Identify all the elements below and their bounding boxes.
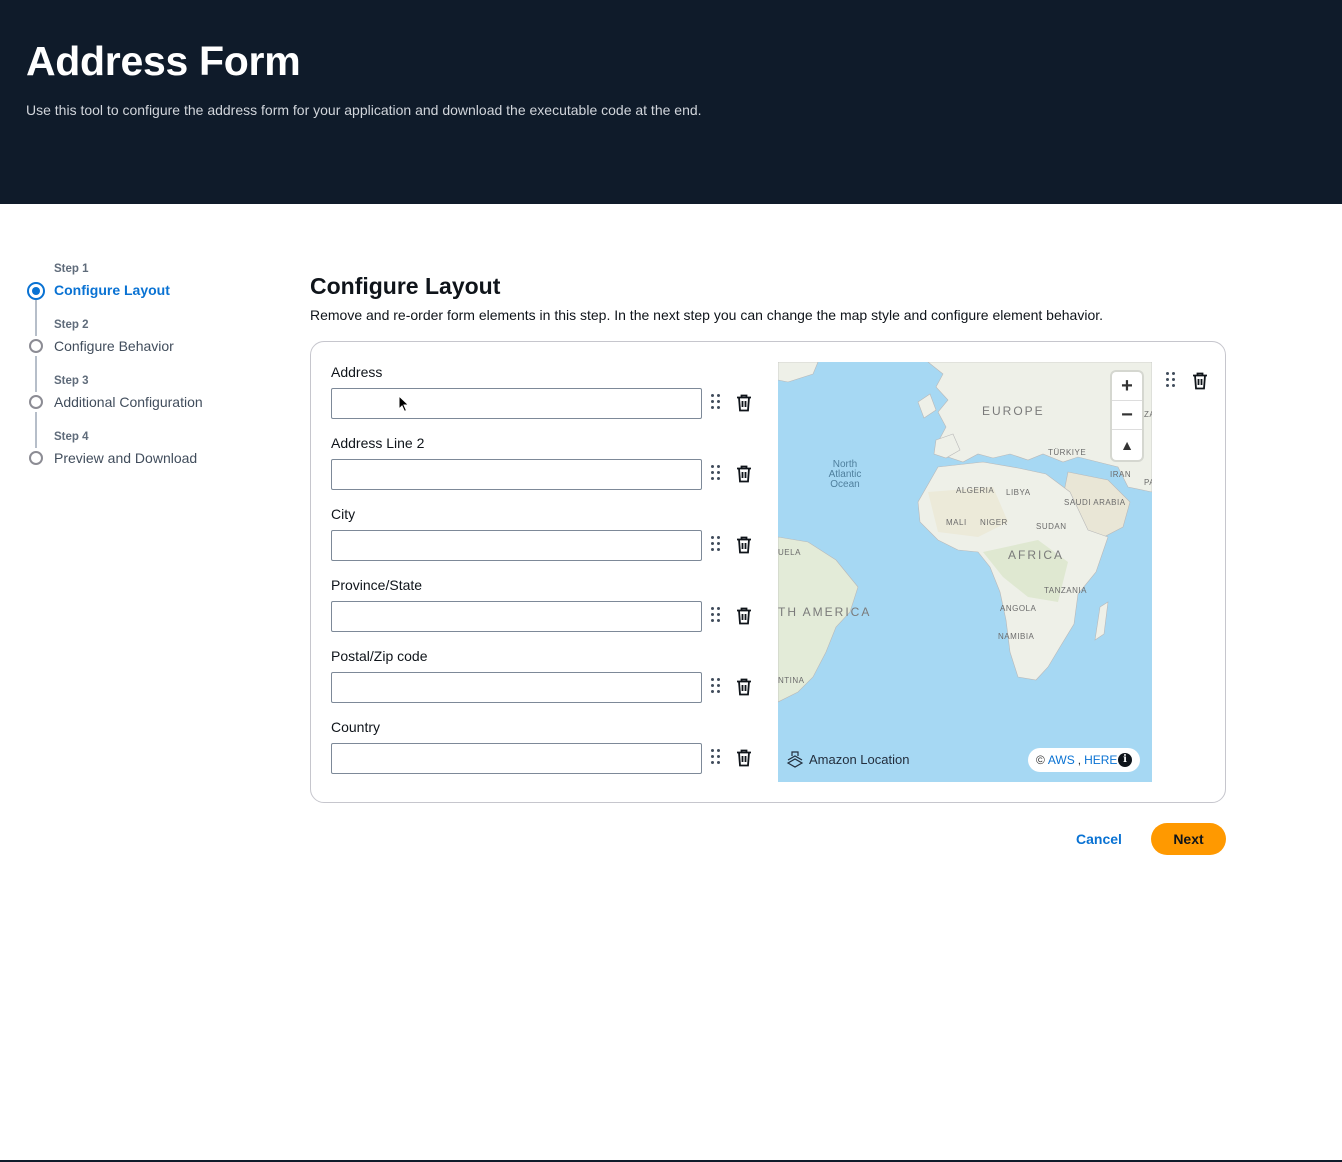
attribution-here-link[interactable]: HERE	[1084, 753, 1117, 767]
field-label: Country	[331, 719, 381, 735]
map-label-mali: MALI	[946, 518, 967, 527]
trash-icon[interactable]	[736, 678, 752, 696]
form-element-address-line-2: Address Line 2	[331, 435, 761, 495]
map-label-ocean: North Atlantic Ocean	[828, 459, 862, 490]
info-icon[interactable]: i	[1118, 753, 1132, 767]
section-description: Remove and re-order form elements in thi…	[310, 307, 1104, 323]
step-label: Configure Behavior	[54, 338, 174, 354]
map-brand: Amazon Location	[786, 750, 909, 768]
map-label-angola: ANGOLA	[1000, 604, 1037, 613]
step-number: Step 1	[54, 263, 89, 275]
field-label: Address Line 2	[331, 435, 425, 451]
zoom-out-button[interactable]: −	[1112, 401, 1142, 430]
compass-button[interactable]: ▲	[1112, 430, 1142, 459]
form-layout-container: Address Address Line 2 City Province/Sta…	[310, 341, 1226, 803]
field-label: Postal/Zip code	[331, 648, 428, 664]
next-button[interactable]: Next	[1151, 823, 1226, 855]
drag-handle-icon[interactable]	[1165, 372, 1177, 390]
step-circle-icon	[29, 451, 43, 465]
wizard-step-configure-layout[interactable]: Step 1 Configure Layout	[26, 262, 286, 336]
map-label-namibia: NAMIBIA	[998, 632, 1035, 641]
map-navigation-control: + − ▲	[1112, 372, 1142, 460]
step-label: Configure Layout	[54, 282, 170, 298]
step-number: Step 2	[54, 319, 89, 331]
world-map-illustration	[778, 362, 1152, 703]
drag-handle-icon[interactable]	[710, 749, 722, 767]
step-active-icon	[27, 282, 45, 300]
form-element-postal-code: Postal/Zip code	[331, 648, 761, 708]
trash-icon[interactable]	[736, 394, 752, 412]
page-description: Use this tool to configure the address f…	[26, 102, 702, 118]
field-label: Address	[331, 364, 383, 380]
map-label-sudan: SUDAN	[1036, 522, 1067, 531]
wizard-step-preview-and-download[interactable]: Step 4 Preview and Download	[26, 430, 286, 486]
map-brand-label: Amazon Location	[809, 751, 910, 767]
step-number: Step 3	[54, 375, 89, 387]
drag-handle-icon[interactable]	[710, 607, 722, 625]
map-label-pa: PA	[1144, 478, 1152, 487]
city-input[interactable]	[331, 530, 702, 561]
drag-handle-icon[interactable]	[710, 465, 722, 483]
copyright-symbol: ©	[1036, 753, 1045, 767]
trash-icon[interactable]	[736, 607, 752, 625]
step-label: Preview and Download	[54, 450, 198, 466]
trash-icon[interactable]	[736, 465, 752, 483]
map-label-niger: NIGER	[980, 518, 1008, 527]
step-circle-icon	[29, 395, 43, 409]
map-label-tanzania: TANZANIA	[1044, 586, 1087, 595]
form-element-country: Country	[331, 719, 761, 779]
drag-handle-icon[interactable]	[710, 394, 722, 412]
mouse-cursor-icon	[398, 395, 410, 413]
zoom-in-button[interactable]: +	[1112, 372, 1142, 401]
cancel-button[interactable]: Cancel	[1066, 824, 1132, 854]
province-state-input[interactable]	[331, 601, 702, 632]
postal-code-input[interactable]	[331, 672, 702, 703]
step-number: Step 4	[54, 431, 89, 443]
wizard-step-configure-behavior[interactable]: Step 2 Configure Behavior	[26, 318, 286, 392]
step-circle-icon	[29, 339, 43, 353]
drag-handle-icon[interactable]	[710, 536, 722, 554]
trash-icon[interactable]	[736, 536, 752, 554]
field-label: Province/State	[331, 577, 423, 593]
amazon-location-logo-icon	[786, 751, 804, 768]
map-label-africa: AFRICA	[1008, 548, 1065, 562]
map-preview[interactable]: EUROPE AFRICA TH AMERICA North Atlantic …	[778, 362, 1152, 782]
address-input[interactable]	[331, 388, 702, 419]
map-label-south-america: TH AMERICA	[778, 605, 872, 619]
page-header: Address Form Use this tool to configure …	[0, 0, 1342, 204]
attribution-separator: ,	[1077, 753, 1082, 767]
field-label: City	[331, 506, 356, 522]
wizard-step-additional-configuration[interactable]: Step 3 Additional Configuration	[26, 374, 286, 448]
page-title: Address Form	[26, 38, 301, 84]
map-label-uela: UELA	[778, 548, 801, 557]
trash-icon[interactable]	[736, 749, 752, 767]
section-title: Configure Layout	[310, 273, 501, 299]
map-label-ntina: NTINA	[778, 676, 805, 685]
drag-handle-icon[interactable]	[710, 678, 722, 696]
step-label: Additional Configuration	[54, 394, 203, 410]
map-label-iran: IRAN	[1110, 470, 1132, 479]
form-element-address: Address	[331, 364, 761, 424]
map-label-za: ZA	[1144, 410, 1152, 419]
trash-icon[interactable]	[1192, 372, 1208, 390]
map-label-libya: LIBYA	[1006, 488, 1031, 497]
map-label-algeria: ALGERIA	[956, 486, 995, 495]
attribution-aws-link[interactable]: AWS	[1048, 753, 1075, 767]
wizard-steps: Step 1 Configure Layout Step 2 Configure…	[26, 262, 286, 486]
form-element-city: City	[331, 506, 761, 566]
address-line-2-input[interactable]	[331, 459, 702, 490]
map-label-saudi: SAUDI ARABIA	[1064, 498, 1126, 507]
country-input[interactable]	[331, 743, 702, 774]
map-label-turkiye: TÜRKIYE	[1048, 448, 1087, 457]
map-label-europe: EUROPE	[982, 404, 1045, 418]
map-attribution: © AWS, HERE i	[1028, 748, 1140, 772]
form-element-province-state: Province/State	[331, 577, 761, 637]
